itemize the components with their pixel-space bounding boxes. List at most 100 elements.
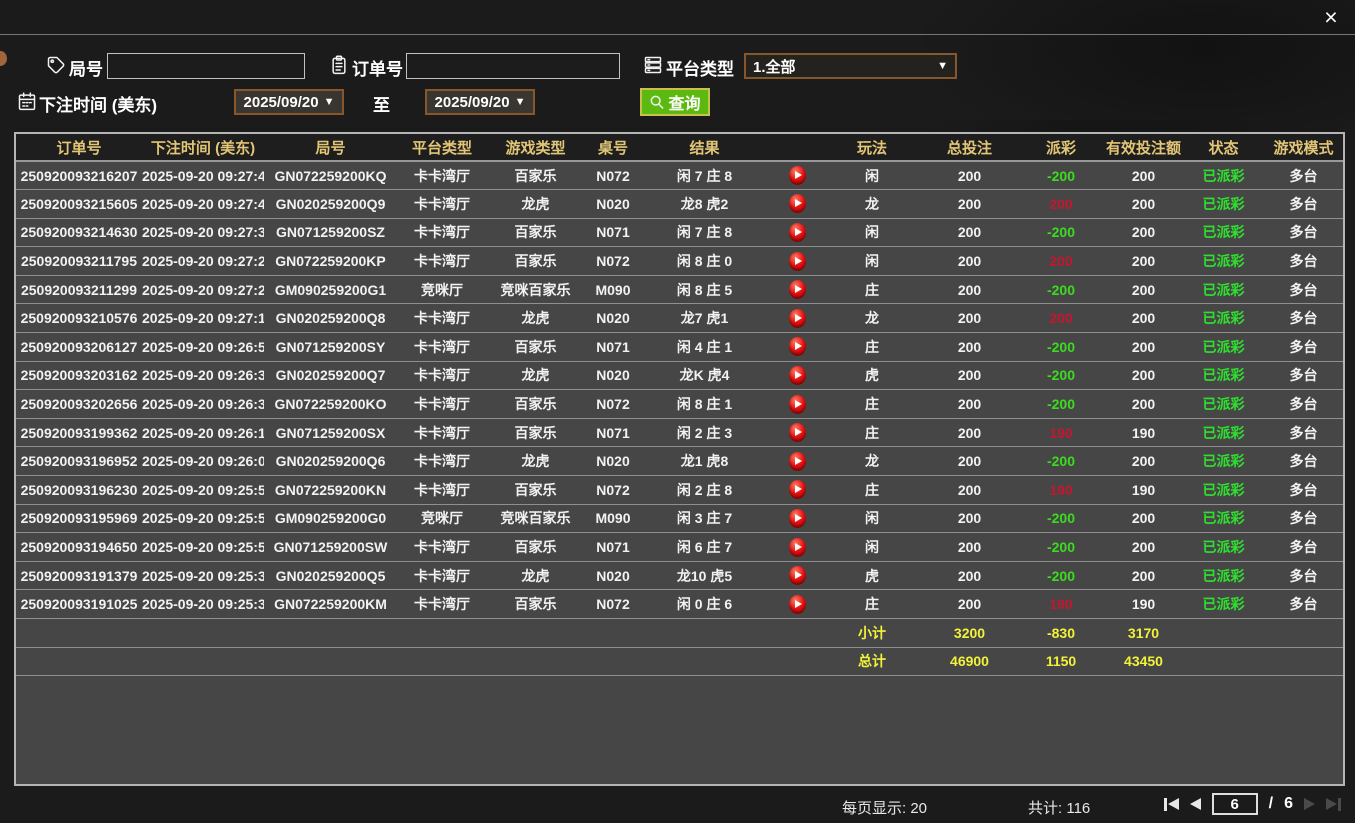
subtotal-row-cell-result xyxy=(642,619,767,648)
play-result-icon[interactable] xyxy=(789,337,806,356)
cell-round-no: GN071259200SX xyxy=(264,418,397,447)
first-page-button[interactable] xyxy=(1164,798,1179,811)
cell-result: 龙8 虎2 xyxy=(642,190,767,219)
table-row[interactable]: 2509200932112992025-09-20 09:27:20GM0902… xyxy=(16,275,1345,304)
cell-bet-time: 2025-09-20 09:25:30 xyxy=(142,590,264,619)
cell-platform: 卡卡湾厅 xyxy=(397,333,487,362)
grand-total-row-cell-round-no xyxy=(264,647,397,676)
play-result-icon[interactable] xyxy=(789,509,806,528)
cell-play xyxy=(767,333,827,362)
table-row[interactable]: 2509200931962302025-09-20 09:25:59GN0722… xyxy=(16,476,1345,505)
cell-order-no: 250920093211299 xyxy=(16,275,142,304)
cell-bet-on: 龙 xyxy=(827,304,917,333)
play-result-icon[interactable] xyxy=(789,309,806,328)
date-to-picker[interactable]: 2025/09/20 ▼ xyxy=(425,89,535,115)
grand-total-row-cell-valid-bet: 43450 xyxy=(1100,647,1187,676)
table-row[interactable]: 2509200932031622025-09-20 09:26:37GN0202… xyxy=(16,361,1345,390)
cell-result: 龙K 虎4 xyxy=(642,361,767,390)
table-header-row: 订单号下注时间 (美东)局号平台类型游戏类型桌号结果玩法总投注派彩有效投注额状态… xyxy=(16,134,1345,161)
table-header-cell xyxy=(767,134,827,161)
play-result-icon[interactable] xyxy=(789,223,806,242)
table-row[interactable]: 2509200931993622025-09-20 09:26:18GN0712… xyxy=(16,418,1345,447)
date-to-value: 2025/09/20 xyxy=(435,94,510,111)
cell-status: 已派彩 xyxy=(1187,590,1260,619)
round-no-input[interactable] xyxy=(107,53,305,79)
table-row[interactable]: 2509200931913792025-09-20 09:25:32GN0202… xyxy=(16,561,1345,590)
play-result-icon[interactable] xyxy=(789,423,806,442)
cell-platform: 卡卡湾厅 xyxy=(397,361,487,390)
close-button[interactable]: × xyxy=(1318,3,1344,31)
cell-payout: -200 xyxy=(1022,561,1100,590)
cell-mode: 多台 xyxy=(1260,418,1345,447)
table-row[interactable]: 2509200931946502025-09-20 09:25:51GN0712… xyxy=(16,533,1345,562)
play-result-icon[interactable] xyxy=(789,566,806,585)
cell-bet-time: 2025-09-20 09:25:59 xyxy=(142,476,264,505)
play-result-icon[interactable] xyxy=(789,595,806,614)
cell-play xyxy=(767,218,827,247)
play-result-icon[interactable] xyxy=(789,538,806,557)
cell-game-type: 百家乐 xyxy=(487,333,584,362)
play-result-icon[interactable] xyxy=(789,366,806,385)
cell-game-type: 龙虎 xyxy=(487,561,584,590)
cell-bet-on: 庄 xyxy=(827,476,917,505)
cell-game-type: 龙虎 xyxy=(487,361,584,390)
tag-icon xyxy=(46,55,66,75)
cell-bet-on: 闲 xyxy=(827,161,917,190)
table-row[interactable]: 2509200932156052025-09-20 09:27:43GN0202… xyxy=(16,190,1345,219)
cell-game-type: 龙虎 xyxy=(487,190,584,219)
subtotal-row-cell-mode xyxy=(1260,619,1345,648)
search-button[interactable]: 查询 xyxy=(640,88,710,116)
cell-payout: -200 xyxy=(1022,533,1100,562)
play-result-icon[interactable] xyxy=(789,280,806,299)
cell-status: 已派彩 xyxy=(1187,504,1260,533)
play-result-icon[interactable] xyxy=(789,395,806,414)
date-from-picker[interactable]: 2025/09/20 ▼ xyxy=(234,89,344,115)
table-row[interactable]: 2509200932162072025-09-20 09:27:46GN0722… xyxy=(16,161,1345,190)
last-page-button[interactable] xyxy=(1326,798,1341,811)
clipboard-icon xyxy=(329,55,349,75)
cell-table-no: N020 xyxy=(584,190,642,219)
play-result-icon[interactable] xyxy=(789,452,806,471)
play-result-icon[interactable] xyxy=(789,194,806,213)
order-no-input[interactable] xyxy=(406,53,620,79)
cell-game-type: 百家乐 xyxy=(487,590,584,619)
table-row[interactable]: 2509200932146302025-09-20 09:27:39GN0712… xyxy=(16,218,1345,247)
cell-result: 龙7 虎1 xyxy=(642,304,767,333)
table-row[interactable]: 2509200931910252025-09-20 09:25:30GN0722… xyxy=(16,590,1345,619)
grand-total-row-cell-payout: 1150 xyxy=(1022,647,1100,676)
prev-page-button[interactable] xyxy=(1190,798,1201,810)
cell-result: 闲 8 庄 1 xyxy=(642,390,767,419)
cell-valid-bet: 190 xyxy=(1100,418,1187,447)
cell-round-no: GN071259200SY xyxy=(264,333,397,362)
cell-table-no: N020 xyxy=(584,561,642,590)
table-row[interactable]: 2509200932117952025-09-20 09:27:23GN0722… xyxy=(16,247,1345,276)
cell-valid-bet: 200 xyxy=(1100,447,1187,476)
table-row[interactable]: 2509200932026562025-09-20 09:26:34GN0722… xyxy=(16,390,1345,419)
date-from-value: 2025/09/20 xyxy=(244,94,319,111)
next-page-button[interactable] xyxy=(1304,798,1315,810)
platform-type-select[interactable]: 1.全部 ▼ xyxy=(744,53,957,79)
cell-table-no: N020 xyxy=(584,447,642,476)
page-number-input[interactable] xyxy=(1212,793,1258,815)
cell-mode: 多台 xyxy=(1260,304,1345,333)
table-row[interactable]: 2509200931969522025-09-20 09:26:04GN0202… xyxy=(16,447,1345,476)
play-result-icon[interactable] xyxy=(789,480,806,499)
cell-platform: 卡卡湾厅 xyxy=(397,447,487,476)
play-result-icon[interactable] xyxy=(789,252,806,271)
cell-play xyxy=(767,161,827,190)
cell-total-bet: 200 xyxy=(917,590,1022,619)
cell-result: 闲 8 庄 5 xyxy=(642,275,767,304)
table-row[interactable]: 2509200932105762025-09-20 09:27:17GN0202… xyxy=(16,304,1345,333)
cell-bet-on: 闲 xyxy=(827,504,917,533)
cell-table-no: N072 xyxy=(584,476,642,505)
cell-mode: 多台 xyxy=(1260,361,1345,390)
cell-total-bet: 200 xyxy=(917,333,1022,362)
table-row[interactable]: 2509200931959692025-09-20 09:25:57GM0902… xyxy=(16,504,1345,533)
table-header-cell: 订单号 xyxy=(16,134,142,161)
cell-platform: 卡卡湾厅 xyxy=(397,247,487,276)
calendar-icon xyxy=(17,91,37,111)
table-row[interactable]: 2509200932061272025-09-20 09:26:53GN0712… xyxy=(16,333,1345,362)
play-result-icon[interactable] xyxy=(789,166,806,185)
cell-payout: 200 xyxy=(1022,190,1100,219)
cell-round-no: GN072259200KP xyxy=(264,247,397,276)
